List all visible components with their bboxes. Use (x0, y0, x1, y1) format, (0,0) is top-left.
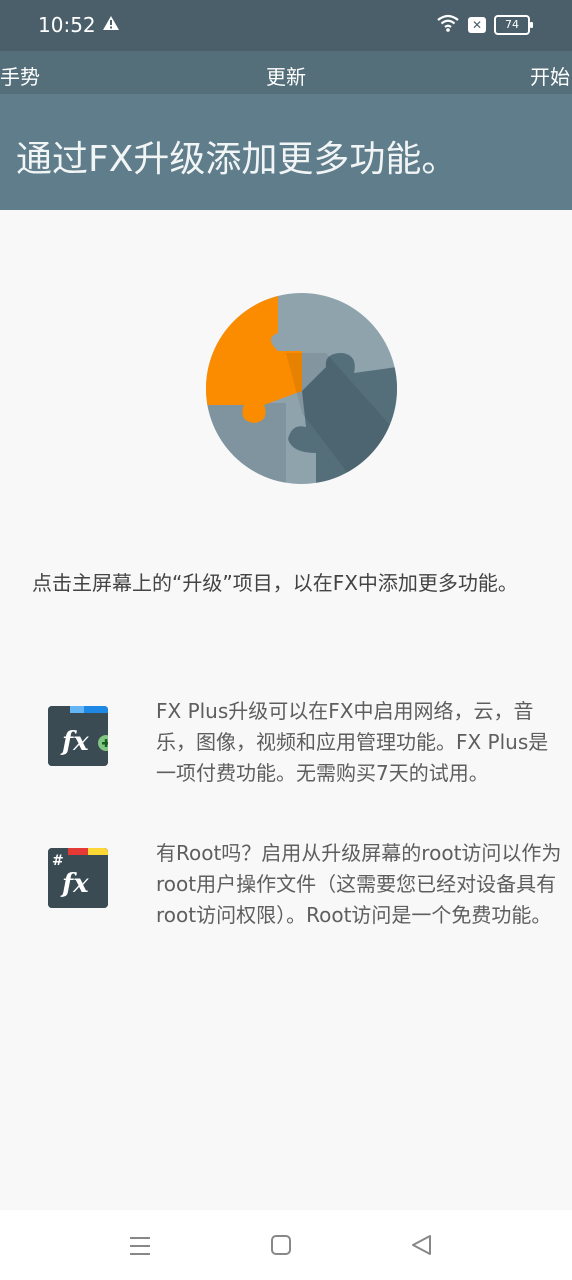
home-icon[interactable] (267, 1231, 297, 1261)
svg-text:#: # (52, 853, 64, 869)
puzzle-icon (206, 293, 397, 484)
tab-bar: 手势 更新 开始 (0, 51, 572, 94)
battery-icon: 74 (494, 15, 533, 35)
alert-icon (102, 15, 120, 35)
status-time: 10:52 (38, 13, 96, 37)
sim-x-icon: ✕ (468, 17, 486, 33)
intro-text: 点击主屏幕上的“升级”项目，以在FX中添加更多功能。 (32, 571, 518, 595)
navigation-bar (0, 1210, 572, 1280)
tab-start[interactable]: 开始 (530, 61, 570, 90)
back-icon[interactable] (408, 1231, 438, 1261)
svg-text:fx: fx (60, 727, 89, 757)
fx-root-icon: # fx (48, 848, 108, 908)
page-header: 通过FX升级添加更多功能。 (0, 94, 572, 210)
fx-plus-description: FX Plus升级可以在FX中启用网络，云，音乐，图像，视频和应用管理功能。FX… (156, 699, 549, 785)
page-title: 通过FX升级添加更多功能。 (16, 139, 458, 180)
tab-updates[interactable]: 更新 (266, 61, 306, 90)
root-description: 有Root吗？启用从升级屏幕的root访问以作为root用户操作文件（这需要您已… (156, 841, 562, 927)
status-icons: ✕ 74 (436, 14, 533, 36)
svg-text:fx: fx (60, 869, 89, 899)
tab-gestures[interactable]: 手势 (0, 61, 40, 90)
wifi-icon (436, 14, 460, 36)
menu-icon[interactable] (126, 1231, 156, 1261)
fx-plus-icon: fx (48, 706, 108, 766)
status-bar: 10:52 ✕ 74 (0, 0, 572, 51)
